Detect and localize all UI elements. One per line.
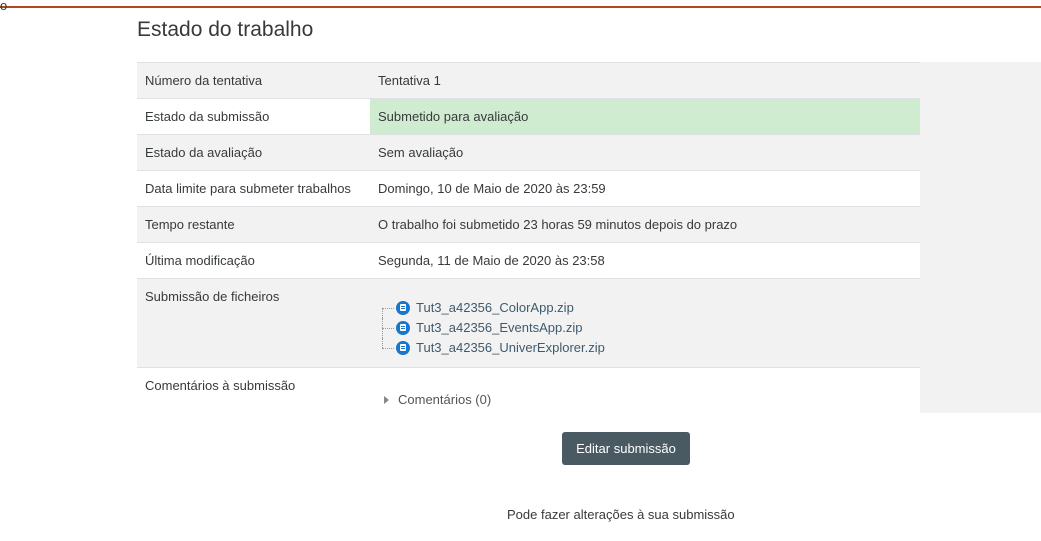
- table-row: Número da tentativa Tentativa 1: [137, 62, 920, 99]
- edit-submission-button[interactable]: Editar submissão: [562, 432, 690, 465]
- file-archive-icon: [396, 320, 410, 335]
- row-value: Tentativa 1: [370, 62, 920, 99]
- header-accent-line: [0, 6, 1041, 8]
- row-label: Estado da submissão: [137, 98, 370, 135]
- row-label: Estado da avaliação: [137, 134, 370, 171]
- row-value: Segunda, 11 de Maio de 2020 às 23:58: [370, 242, 920, 279]
- file-tree-item: Tut3_a42356_ColorApp.zip: [382, 298, 912, 318]
- file-tree-item: Tut3_a42356_UniverExplorer.zip: [382, 338, 912, 358]
- file-link-eventsapp[interactable]: Tut3_a42356_EventsApp.zip: [416, 320, 582, 335]
- file-archive-icon: [396, 300, 410, 315]
- cropped-text-fragment: o: [0, 0, 8, 13]
- row-label: Comentários à submissão: [137, 367, 370, 417]
- comments-cell: Comentários (0): [370, 367, 920, 417]
- row-value: Sem avaliação: [370, 134, 920, 171]
- comments-toggle-label: Comentários (0): [398, 392, 492, 407]
- row-label: Última modificação: [137, 242, 370, 279]
- row-value: Domingo, 10 de Maio de 2020 às 23:59: [370, 170, 920, 207]
- file-tree-cell: Tut3_a42356_ColorApp.zip Tut3_a42356_Eve…: [370, 278, 920, 368]
- side-panel-background: [920, 62, 1041, 413]
- submission-status-value: Submetido para avaliação: [370, 98, 920, 135]
- caret-right-icon: [384, 395, 389, 404]
- table-row-comments: Comentários à submissão Comentários (0): [137, 367, 920, 417]
- row-label: Data limite para submeter trabalhos: [137, 170, 370, 207]
- file-link-colorapp[interactable]: Tut3_a42356_ColorApp.zip: [416, 300, 574, 315]
- file-link-univerexplorer[interactable]: Tut3_a42356_UniverExplorer.zip: [416, 340, 605, 355]
- file-tree: Tut3_a42356_ColorApp.zip Tut3_a42356_Eve…: [378, 288, 912, 358]
- file-archive-icon: [396, 340, 410, 355]
- file-tree-item: Tut3_a42356_EventsApp.zip: [382, 318, 912, 338]
- row-label: Submissão de ficheiros: [137, 278, 370, 368]
- page-title: Estado do trabalho: [137, 18, 314, 41]
- row-label: Número da tentativa: [137, 62, 370, 99]
- submission-status-table: Número da tentativa Tentativa 1 Estado d…: [137, 62, 920, 417]
- table-row: Data limite para submeter trabalhos Domi…: [137, 170, 920, 207]
- table-row: Última modificação Segunda, 11 de Maio d…: [137, 242, 920, 279]
- table-row: Tempo restante O trabalho foi submetido …: [137, 206, 920, 243]
- table-row: Estado da avaliação Sem avaliação: [137, 134, 920, 171]
- table-row: Estado da submissão Submetido para avali…: [137, 98, 920, 135]
- row-label: Tempo restante: [137, 206, 370, 243]
- row-value: O trabalho foi submetido 23 horas 59 min…: [370, 206, 920, 243]
- comments-toggle[interactable]: Comentários (0): [384, 391, 491, 409]
- edit-hint-text: Pode fazer alterações à sua submissão: [507, 507, 735, 522]
- table-row-files: Submissão de ficheiros Tut3_a42356_Color…: [137, 278, 920, 368]
